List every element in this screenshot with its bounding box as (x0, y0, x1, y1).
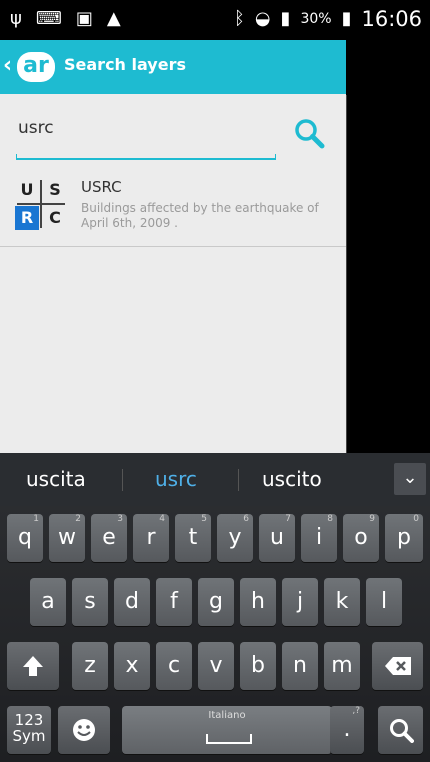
key-t[interactable]: t5 (175, 514, 211, 562)
key-o[interactable]: o9 (343, 514, 379, 562)
key-h[interactable]: h (240, 578, 276, 626)
search-row (0, 94, 346, 166)
key-u[interactable]: u7 (259, 514, 295, 562)
page-title: Search layers (64, 55, 186, 74)
status-bar: ψ ⌨ ▣ ▲ ᛒ ◒ ▮ 30% ▮ 16:06 (0, 0, 430, 40)
suggestion-item[interactable]: usrc (155, 467, 197, 491)
key-p[interactable]: p0 (385, 514, 423, 562)
key-f[interactable]: f (156, 578, 192, 626)
usrc-logo: U S R C (15, 178, 69, 232)
key-l[interactable]: l (366, 578, 402, 626)
key-s[interactable]: s (72, 578, 108, 626)
search-underline (16, 154, 276, 160)
keyboard: q1 w2 e3 r4 t5 y6 u7 i8 o9 p0 a s d f g … (0, 506, 430, 762)
logo-letter: S (49, 180, 61, 199)
suggestion-strip: uscita usrc uscito ⌄ (0, 453, 430, 506)
app-logo[interactable]: ar (17, 52, 55, 82)
result-title: USRC (81, 178, 122, 196)
search-layers-panel: ‹ ar Search layers U S R C USRC Building… (0, 40, 346, 453)
keyboard-icon: ⌨ (35, 8, 62, 29)
backspace-key[interactable] (372, 642, 423, 690)
warning-icon: ▲ (106, 8, 121, 29)
key-v[interactable]: v (198, 642, 234, 690)
key-i[interactable]: i8 (301, 514, 337, 562)
clock: 16:06 (361, 7, 422, 31)
back-chevron-icon[interactable]: ‹ (3, 53, 12, 78)
shift-icon (23, 656, 43, 676)
key-y[interactable]: y6 (217, 514, 253, 562)
logo-divider (17, 203, 65, 205)
key-n[interactable]: n (282, 642, 318, 690)
logo-letter: C (49, 208, 61, 227)
period-key[interactable]: .,? (330, 706, 364, 754)
divider (122, 469, 123, 491)
image-icon: ▣ (75, 8, 93, 29)
key-x[interactable]: x (114, 642, 150, 690)
suggestion-item[interactable]: uscito (262, 467, 322, 491)
suggestion-item[interactable]: uscita (26, 467, 86, 491)
battery-icon: ▮ (341, 8, 352, 29)
space-key[interactable]: Italiano (122, 706, 332, 754)
logo-letter: U (20, 180, 34, 199)
shift-key[interactable] (7, 642, 59, 690)
action-bar: ‹ ar Search layers (0, 40, 346, 94)
key-g[interactable]: g (198, 578, 234, 626)
keyboard-language: Italiano (208, 710, 246, 721)
search-key[interactable] (378, 706, 423, 754)
key-d[interactable]: d (114, 578, 150, 626)
bluetooth-icon: ᛒ (234, 8, 245, 29)
wifi-icon: ◒ (254, 8, 271, 29)
divider (238, 469, 239, 491)
key-e[interactable]: e3 (91, 514, 127, 562)
search-icon[interactable] (292, 116, 326, 150)
emoji-icon (73, 719, 95, 741)
chevron-down-icon[interactable]: ⌄ (394, 463, 426, 495)
usb-icon: ψ (10, 8, 22, 29)
signal-icon: ▮ (280, 8, 291, 29)
key-r[interactable]: r4 (133, 514, 169, 562)
logo-letter: R (15, 206, 39, 230)
search-input[interactable] (16, 112, 278, 144)
emoji-key[interactable] (58, 706, 110, 754)
key-k[interactable]: k (324, 578, 360, 626)
key-q[interactable]: q1 (7, 514, 43, 562)
list-item[interactable]: U S R C USRC Buildings affected by the e… (0, 166, 346, 247)
key-z[interactable]: z (72, 642, 108, 690)
battery-percent: 30% (300, 11, 332, 27)
side-panel (346, 95, 415, 453)
key-m[interactable]: m (324, 642, 360, 690)
key-a[interactable]: a (30, 578, 66, 626)
key-b[interactable]: b (240, 642, 276, 690)
space-icon (206, 734, 252, 744)
key-w[interactable]: w2 (49, 514, 85, 562)
backspace-icon (384, 657, 411, 675)
search-icon (389, 719, 414, 743)
key-j[interactable]: j (282, 578, 318, 626)
result-description: Buildings affected by the earthquake of … (81, 201, 319, 230)
key-c[interactable]: c (156, 642, 192, 690)
symbols-key[interactable]: 123 Sym (7, 706, 51, 754)
